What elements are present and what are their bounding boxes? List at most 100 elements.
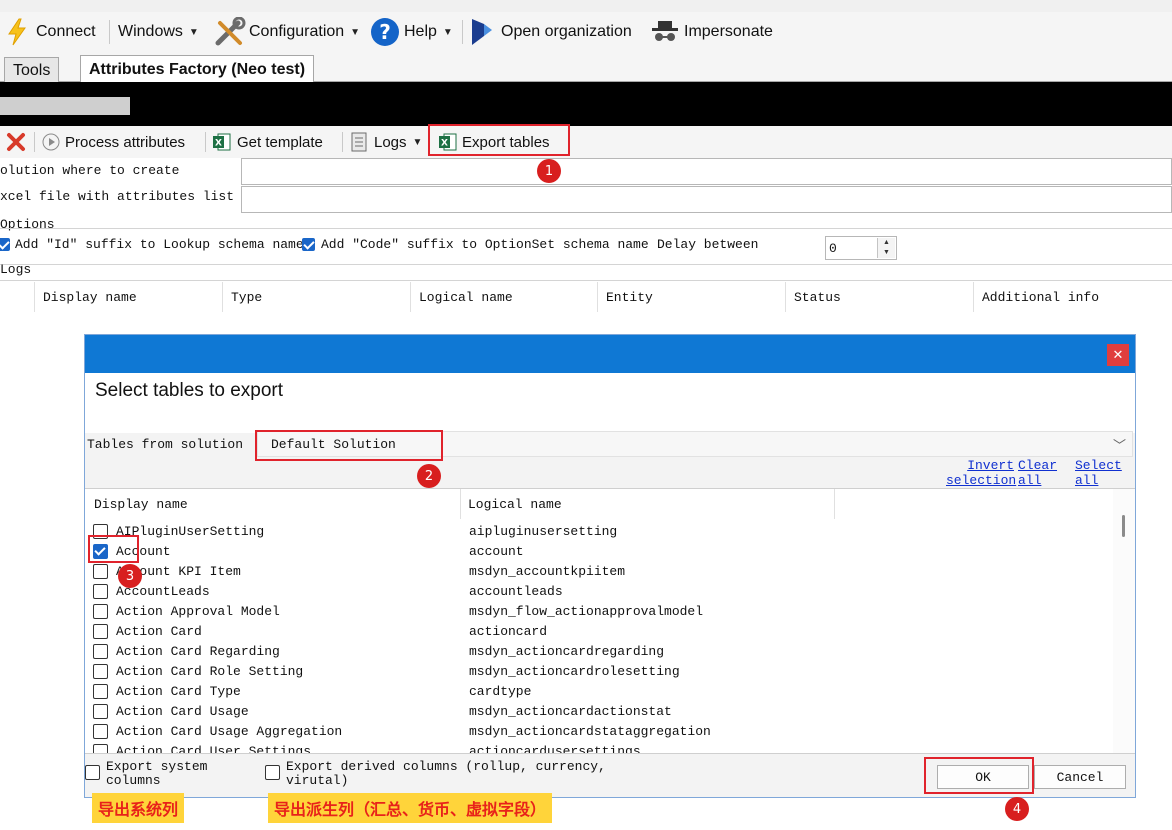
- connect-button[interactable]: Connect: [6, 12, 96, 52]
- toolbar-divider: [342, 132, 343, 152]
- excel-icon: X: [213, 133, 231, 151]
- divider: [0, 264, 1172, 265]
- table-row[interactable]: Action Approval Model msdyn_flow_actionap…: [91, 601, 1111, 621]
- scrollbar[interactable]: [1113, 489, 1135, 753]
- delay-stepper[interactable]: 0 ▲ ▼: [825, 236, 897, 260]
- stepper-arrows[interactable]: ▲ ▼: [877, 238, 895, 258]
- table-row-display-name: Action Card: [116, 623, 202, 639]
- option-id-suffix[interactable]: Add "Id" suffix to Lookup schema name: [0, 237, 304, 252]
- table-row[interactable]: Account account: [91, 541, 1111, 561]
- toolbar-divider: [109, 20, 110, 44]
- export-derived-columns-option[interactable]: Export derived columns (rollup, currency…: [265, 760, 606, 788]
- logs-menu[interactable]: Logs ▼: [350, 126, 422, 158]
- invert-selection-link[interactable]: Invert selection: [946, 458, 1016, 488]
- export-system-columns-option[interactable]: Export system columns: [85, 760, 207, 788]
- impersonate-label: Impersonate: [684, 23, 773, 40]
- help-menu[interactable]: ? Help ▼: [370, 12, 453, 52]
- table-row-checkbox[interactable]: [93, 683, 108, 699]
- table-row[interactable]: Action Card User Settings actioncardusers…: [91, 741, 1111, 753]
- table-row[interactable]: Action Card Role Setting msdyn_actioncard…: [91, 661, 1111, 681]
- log-column-display-name[interactable]: Display name: [34, 282, 222, 312]
- table-row[interactable]: AccountLeads accountleads: [91, 581, 1111, 601]
- configuration-label: Configuration: [249, 23, 345, 40]
- windows-menu[interactable]: Windows ▼: [118, 12, 199, 52]
- table-row[interactable]: Action Card Type cardtype: [91, 681, 1111, 701]
- close-icon[interactable]: ✕: [1107, 344, 1129, 366]
- table-row-checkbox[interactable]: [93, 623, 108, 639]
- tables-from-solution-label: Tables from solution: [87, 437, 244, 452]
- log-column-entity[interactable]: Entity: [597, 282, 785, 312]
- toolbar-divider: [462, 20, 463, 44]
- table-row-checkbox[interactable]: [93, 643, 108, 659]
- table-row-logical-name: cardtype: [469, 683, 532, 699]
- close-icon: [7, 133, 25, 151]
- lightning-icon: [8, 18, 26, 46]
- dialog-heading: Select tables to export: [95, 380, 283, 401]
- process-attributes-label: Process attributes: [65, 133, 186, 151]
- table-row-display-name: Action Card Type: [116, 683, 241, 699]
- open-organization-button[interactable]: Open organization: [470, 12, 632, 52]
- configuration-menu[interactable]: Configuration ▼: [214, 12, 360, 52]
- id-suffix-checkbox[interactable]: [0, 238, 10, 251]
- table-row[interactable]: Action Card Regarding msdyn_actioncardreg…: [91, 641, 1111, 661]
- table-row-checkbox[interactable]: [93, 563, 108, 579]
- table-row-display-name: Action Card Usage: [116, 703, 249, 719]
- table-row-checkbox[interactable]: [93, 583, 108, 599]
- id-suffix-label: Add "Id" suffix to Lookup schema name: [15, 237, 304, 252]
- column-logical-name[interactable]: Logical name: [461, 489, 835, 519]
- option-code-suffix[interactable]: Add "Code" suffix to OptionSet schema na…: [302, 237, 649, 252]
- table-row-checkbox[interactable]: [93, 663, 108, 679]
- table-row-checkbox[interactable]: [93, 743, 108, 753]
- table-row[interactable]: AIPluginUserSetting aipluginusersetting: [91, 521, 1111, 541]
- select-all-link[interactable]: Select all: [1075, 458, 1122, 488]
- tab-tools[interactable]: Tools: [4, 57, 60, 83]
- export-system-columns-checkbox[interactable]: [85, 765, 100, 780]
- invert-line1: Invert: [967, 458, 1014, 473]
- log-column-status[interactable]: Status: [785, 282, 973, 312]
- tab-attributes-factory-label: Attributes Factory (Neo test): [89, 60, 306, 78]
- chevron-down-icon: ▼: [350, 26, 361, 38]
- export-derived-line1: Export derived columns (rollup, currency…: [286, 759, 606, 774]
- code-suffix-checkbox[interactable]: [302, 238, 315, 251]
- table-row[interactable]: Action Card Usage msdyn_actioncardactions…: [91, 701, 1111, 721]
- clear-line2: all: [1018, 473, 1042, 488]
- get-template-button[interactable]: X Get template: [212, 126, 323, 158]
- note-export-system: 导出系统列: [92, 793, 185, 823]
- solution-field[interactable]: [241, 158, 1172, 185]
- process-attributes-button[interactable]: Process attributes: [42, 126, 185, 158]
- impersonate-button[interactable]: Impersonate: [650, 12, 773, 52]
- plugin-toolbar: Process attributes X Get template Logs ▼…: [0, 126, 1172, 158]
- excel-file-field[interactable]: [241, 186, 1172, 213]
- log-column-type[interactable]: Type: [222, 282, 410, 312]
- column-display-name[interactable]: Display name: [85, 489, 461, 519]
- chevron-down-icon: ▼: [188, 26, 199, 38]
- tab-attributes-factory[interactable]: Attributes Factory (Neo test): [80, 55, 315, 83]
- clear-all-link[interactable]: Clear all: [1018, 458, 1057, 488]
- table-row-logical-name: msdyn_actioncardactionstat: [469, 703, 672, 719]
- help-icon: ?: [371, 18, 399, 46]
- get-template-label: Get template: [237, 133, 323, 151]
- select-line2: all: [1075, 473, 1099, 488]
- toolbar-divider: [34, 132, 35, 152]
- solution-label: olution where to create: [0, 163, 180, 178]
- scrollbar-thumb[interactable]: [1122, 515, 1125, 537]
- table-row-checkbox[interactable]: [93, 603, 108, 619]
- export-derived-columns-checkbox[interactable]: [265, 765, 280, 780]
- excel-file-label: xcel file with attributes list: [0, 189, 235, 204]
- table-row-checkbox[interactable]: [93, 703, 108, 719]
- log-column-logical-name[interactable]: Logical name: [410, 282, 598, 312]
- cancel-button[interactable]: Cancel: [1034, 765, 1126, 789]
- select-line1: Select: [1075, 458, 1122, 473]
- divider: [0, 280, 1172, 281]
- close-tool-button[interactable]: [6, 126, 26, 158]
- toolbar-divider: [205, 132, 206, 152]
- options-label: Options: [0, 217, 55, 232]
- table-row-checkbox[interactable]: [93, 723, 108, 739]
- log-column-additional-info[interactable]: Additional info: [973, 282, 1172, 312]
- table-row[interactable]: Action Card actioncard: [91, 621, 1111, 641]
- table-row[interactable]: Action Card Usage Aggregation msdyn_actio…: [91, 721, 1111, 741]
- step-badge-2: 2: [417, 464, 441, 488]
- table-row[interactable]: Account KPI Item msdyn_accountkpiitem: [91, 561, 1111, 581]
- highlight-ok-button: [924, 757, 1034, 794]
- table-row-display-name: Action Approval Model: [116, 603, 280, 619]
